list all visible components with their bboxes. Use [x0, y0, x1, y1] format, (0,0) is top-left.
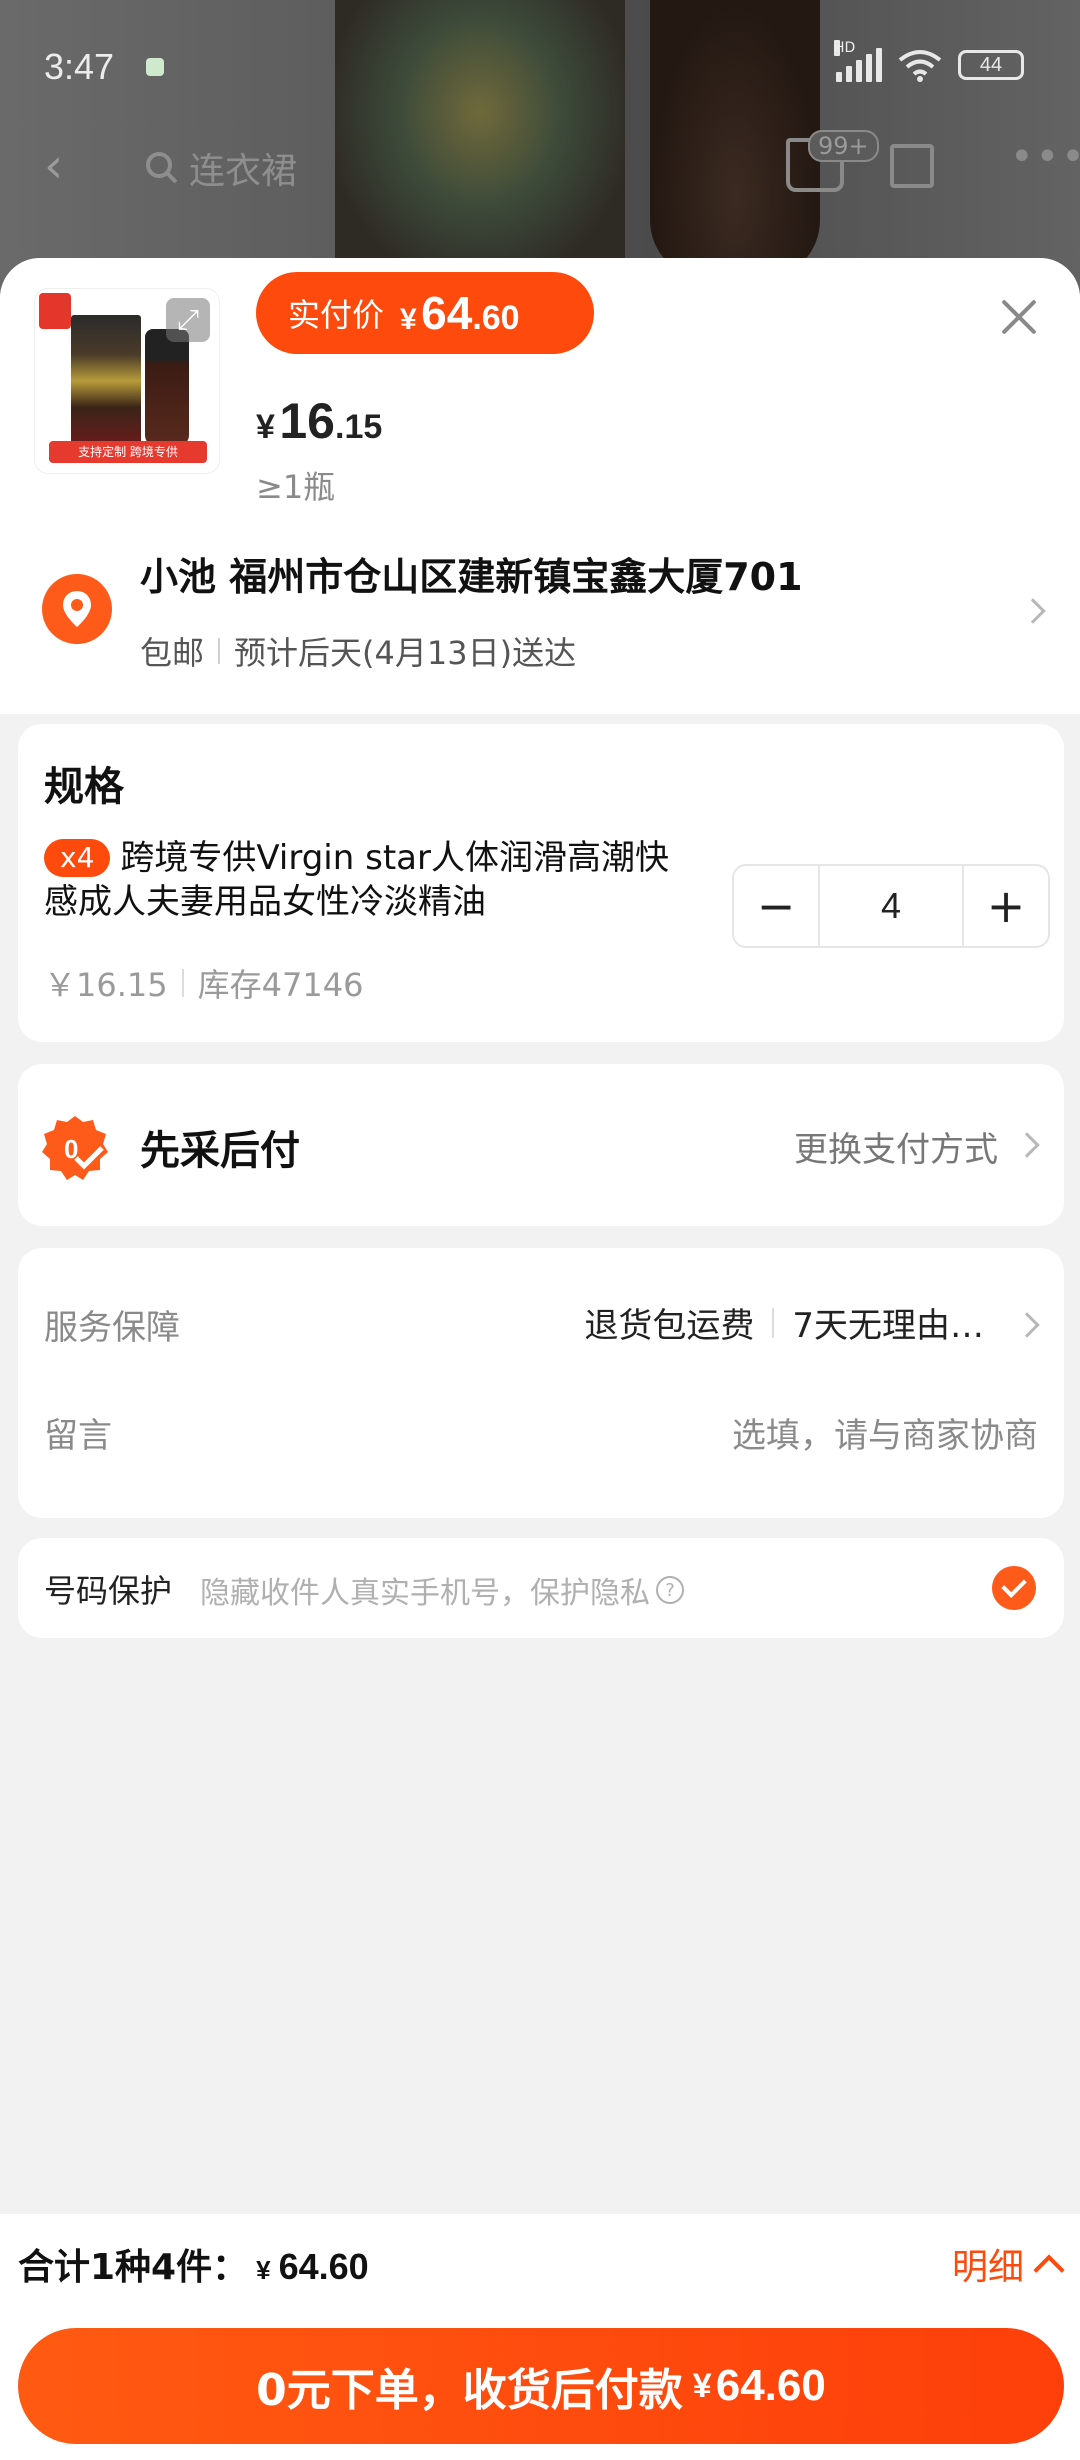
- share-icon: [890, 144, 934, 188]
- search-icon: [146, 152, 178, 184]
- service-values[interactable]: 退货包运费 7天无理由…: [584, 1298, 984, 1347]
- quantity-value[interactable]: 4: [818, 866, 964, 946]
- total-label: 合计1种4件：: [18, 2247, 249, 2288]
- delivery-info: 包邮 预计后天(4月13日)送达: [140, 628, 576, 674]
- privacy-checkbox[interactable]: [992, 1566, 1036, 1610]
- expand-icon[interactable]: ⤢: [166, 298, 210, 342]
- price-decimal: .15: [335, 408, 383, 446]
- battery-icon: 44: [958, 50, 1024, 80]
- divider: [181, 969, 184, 997]
- spec-title: 规格: [44, 764, 124, 810]
- thumb-banner: 支持定制 跨境专供: [49, 441, 207, 463]
- chevron-up-icon: [1033, 2254, 1065, 2286]
- price-integer: 64: [421, 287, 473, 339]
- privacy-label: 号码保护: [44, 1572, 173, 1610]
- privacy-desc-text: 隐藏收件人真实手机号，保护隐私: [200, 1576, 650, 1611]
- order-total: 合计1种4件： ¥64.60: [18, 2238, 369, 2290]
- submit-text: 0元下单，收货后付款: [256, 2365, 683, 2416]
- search-text: 连衣裙: [189, 151, 298, 192]
- spec-name: x4 跨境专供Virgin star人体润滑高潮快感成人夫妻用品女性冷淡精油: [44, 836, 694, 924]
- address-row[interactable]: 小池 福州市仓山区建新镇宝鑫大厦701 包邮 预计后天(4月13日)送达: [0, 510, 1080, 714]
- payment-title: 先采后付: [140, 1128, 300, 1174]
- unit-price: ¥ 16.15: [256, 392, 382, 450]
- divider: [772, 1307, 775, 1338]
- chevron-right-icon: [1020, 598, 1046, 624]
- product-bottle-image: [145, 329, 189, 447]
- more-icon: •••: [1010, 134, 1080, 180]
- order-sheet: 支持定制 跨境专供 ⤢ 实付价 ¥ 64.60 ¥ 16.15 ≥1瓶 小池 福…: [0, 258, 1080, 2460]
- spec-meta: ￥16.15 库存47146: [44, 960, 363, 1006]
- detail-label: 明细: [951, 2247, 1024, 2288]
- checkout-footer: 合计1种4件： ¥64.60 明细 0元下单，收货后付款 ¥64.60: [0, 2214, 1080, 2460]
- currency-symbol: ¥: [400, 303, 417, 336]
- privacy-desc: 隐藏收件人真实手机号，保护隐私 ?: [200, 1568, 684, 1612]
- background-nav: ‹ 连衣裙 99+ •••: [0, 130, 1080, 210]
- privacy-card: 号码保护 隐藏收件人真实手机号，保护隐私 ?: [18, 1538, 1064, 1638]
- message-label: 留言: [44, 1416, 112, 1456]
- cart-badge: 99+: [808, 130, 879, 162]
- close-icon[interactable]: [996, 294, 1042, 340]
- actual-price-value: ¥ 64.60: [400, 286, 520, 340]
- sheet-header: 支持定制 跨境专供 ⤢ 实付价 ¥ 64.60 ¥ 16.15 ≥1瓶: [0, 258, 1080, 510]
- service-card: 服务保障 退货包运费 7天无理由… 留言 选填，请与商家协商: [18, 1248, 1064, 1518]
- message-input[interactable]: 选填，请与商家协商: [732, 1408, 1038, 1457]
- divider: [218, 638, 221, 664]
- service-label: 服务保障: [44, 1308, 180, 1348]
- wifi-icon: [898, 50, 942, 82]
- actual-price-badge: 实付价 ¥ 64.60: [256, 272, 594, 354]
- spec-stock: 库存47146: [197, 966, 364, 1004]
- brand-tag-icon: [39, 293, 71, 329]
- actual-price-label: 实付价: [288, 296, 385, 334]
- address-line: 小池 福州市仓山区建新镇宝鑫大厦701: [140, 555, 803, 599]
- payment-method-card[interactable]: 0 先采后付 更换支付方式: [18, 1064, 1064, 1226]
- help-icon[interactable]: ?: [656, 1576, 684, 1604]
- currency-symbol: ¥: [692, 2366, 712, 2405]
- status-icons: HD 44: [834, 40, 1024, 82]
- network-label: HD: [834, 40, 856, 56]
- shipping-label: 包邮: [140, 634, 205, 672]
- chevron-right-icon: [1014, 1312, 1040, 1338]
- quantity-badge: x4: [44, 839, 111, 877]
- status-bar: 3:47 HD 44: [0, 0, 1080, 130]
- service-item-7day: 7天无理由…: [792, 1306, 984, 1346]
- delivery-eta: 预计后天(4月13日)送达: [234, 634, 577, 672]
- pay-later-icon: 0: [42, 1116, 108, 1180]
- background-search: 连衣裙: [145, 142, 297, 194]
- service-item-return-shipping: 退货包运费: [584, 1306, 755, 1346]
- detail-toggle[interactable]: 明细: [951, 2238, 1065, 2290]
- spec-price: ￥16.15: [44, 966, 168, 1004]
- total-amount: 64.60: [278, 2246, 369, 2287]
- min-order: ≥1瓶: [256, 468, 336, 506]
- quantity-stepper: − 4 +: [732, 864, 1050, 948]
- signal-icon: HD: [834, 40, 882, 82]
- spec-card: 规格 x4 跨境专供Virgin star人体润滑高潮快感成人夫妻用品女性冷淡精油…: [18, 724, 1064, 1042]
- submit-amount: 64.60: [715, 2361, 826, 2410]
- increase-button[interactable]: +: [964, 866, 1048, 946]
- submit-order-button[interactable]: 0元下单，收货后付款 ¥64.60: [18, 2328, 1064, 2444]
- product-box-image: [71, 315, 141, 447]
- currency-symbol: ¥: [256, 408, 275, 446]
- currency-symbol: ¥: [256, 2255, 271, 2285]
- notification-icon: [146, 58, 164, 76]
- price-integer: 16: [279, 393, 335, 449]
- status-time: 3:47: [44, 46, 115, 87]
- price-decimal: .60: [472, 299, 520, 337]
- location-icon: [42, 574, 112, 644]
- back-icon: ‹: [44, 138, 64, 194]
- chevron-right-icon: [1014, 1132, 1040, 1158]
- change-payment-link[interactable]: 更换支付方式: [794, 1122, 998, 1171]
- decrease-button[interactable]: −: [734, 866, 818, 946]
- spec-name-text: 跨境专供Virgin star人体润滑高潮快感成人夫妻用品女性冷淡精油: [44, 838, 669, 922]
